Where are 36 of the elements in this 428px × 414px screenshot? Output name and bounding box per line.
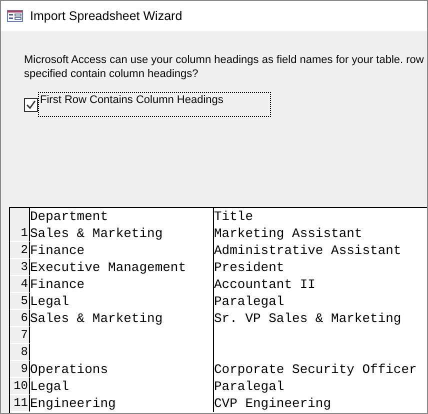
form-icon xyxy=(7,10,23,22)
table-cell: Marketing Assistant xyxy=(214,226,362,241)
table-cell: Operations xyxy=(30,362,108,377)
row-header: 7 xyxy=(10,327,30,344)
table-cell: Legal xyxy=(30,379,70,394)
table-cell: President xyxy=(214,260,284,275)
row-header: 9 xyxy=(10,361,30,378)
row-header: 11 xyxy=(10,395,30,412)
table-cell: Accountant II xyxy=(214,277,316,292)
row-header: 6 xyxy=(10,310,30,327)
row-header: 10 xyxy=(10,378,30,395)
table-cell: Sales & Marketing xyxy=(30,311,163,326)
row-header: 5 xyxy=(10,293,30,310)
table-cell: Engineering xyxy=(30,396,116,411)
table-cell: Sr. VP Sales & Marketing xyxy=(214,311,402,326)
checkbox[interactable] xyxy=(24,98,38,112)
column-header: Department xyxy=(30,209,108,224)
table-cell: CVP Engineering xyxy=(214,396,332,411)
row-header: 3 xyxy=(10,259,30,276)
row-header: 4 xyxy=(10,276,30,293)
instruction-text: Microsoft Access can use your column headings as field names for your table. row specified contain column headings? xyxy=(24,53,425,81)
table-cell: Sales & Marketing xyxy=(30,226,163,241)
table-cell: Administrative Assistant xyxy=(214,243,402,258)
column-header: Title xyxy=(214,209,254,224)
checkbox-label[interactable]: First Row Contains Column Headings xyxy=(38,92,271,117)
row-header: 2 xyxy=(10,242,30,259)
row-header: 1 xyxy=(10,225,30,242)
table-cell: Paralegal xyxy=(214,379,284,394)
table-cell: Legal xyxy=(30,294,70,309)
table-cell: Corporate Security Officer xyxy=(214,362,417,377)
table-cell: Finance xyxy=(30,243,85,258)
table-cell: Executive Management xyxy=(30,260,186,275)
table-cell: Paralegal xyxy=(214,294,284,309)
window-title: Import Spreadsheet Wizard xyxy=(30,9,182,23)
table-cell: Finance xyxy=(30,277,85,292)
row-header: 8 xyxy=(10,344,30,361)
